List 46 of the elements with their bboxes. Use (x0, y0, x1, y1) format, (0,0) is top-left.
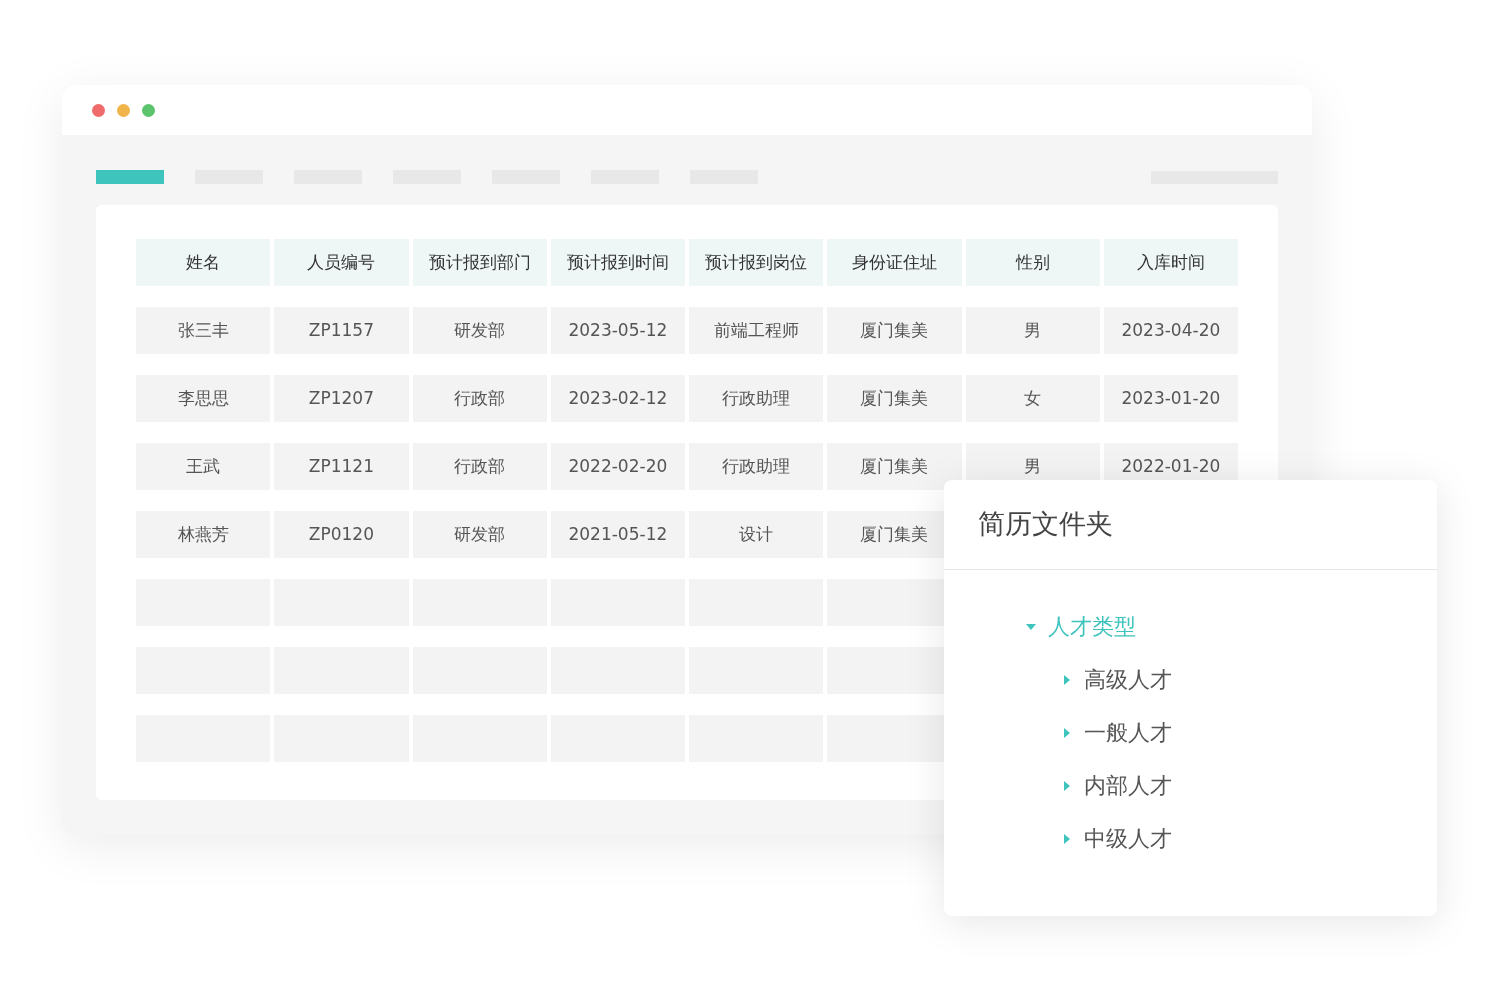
table-cell: 王武 (136, 443, 271, 490)
table-cell: 厦门集美 (827, 443, 962, 490)
table-cell: ZP1121 (274, 443, 409, 490)
table-cell: 行政部 (412, 375, 547, 422)
panel-title: 简历文件夹 (944, 480, 1437, 570)
column-header: 预计报到岗位 (689, 239, 824, 286)
table-cell: 张三丰 (136, 307, 271, 354)
column-header: 预计报到部门 (412, 239, 547, 286)
table-cell: ZP0120 (274, 511, 409, 558)
caret-icon (1062, 833, 1072, 844)
caret-icon (1062, 780, 1072, 791)
tree-item[interactable]: 内部人才 (1062, 759, 1437, 812)
column-header: 性别 (965, 239, 1100, 286)
caret-icon (1026, 621, 1036, 632)
table-cell: 研发部 (412, 307, 547, 354)
table-cell: 李思思 (136, 375, 271, 422)
column-header: 预计报到时间 (550, 239, 685, 286)
table-cell: 设计 (689, 511, 824, 558)
table-cell: 林燕芳 (136, 511, 271, 558)
tree-item[interactable]: 高级人才 (1062, 653, 1437, 706)
column-header: 入库时间 (1103, 239, 1238, 286)
table-cell: 2023-02-12 (550, 375, 685, 422)
column-header: 身份证住址 (827, 239, 962, 286)
table-cell: 前端工程师 (689, 307, 824, 354)
column-header: 人员编号 (274, 239, 409, 286)
table-cell: 行政助理 (689, 375, 824, 422)
table-cell: 2023-04-20 (1103, 307, 1238, 354)
table-cell: 研发部 (412, 511, 547, 558)
tree-item[interactable]: 一般人才 (1062, 706, 1437, 759)
tree-item[interactable]: 中级人才 (1062, 812, 1437, 865)
table-cell: 厦门集美 (827, 375, 962, 422)
table-cell: 2022-02-20 (550, 443, 685, 490)
table-cell: 行政部 (412, 443, 547, 490)
tab-placeholder[interactable] (96, 170, 164, 184)
table-cell: 2023-05-12 (550, 307, 685, 354)
column-header: 姓名 (136, 239, 271, 286)
caret-icon (1062, 674, 1072, 685)
table-cell: ZP1157 (274, 307, 409, 354)
table-cell: 男 (965, 307, 1100, 354)
caret-icon (1062, 727, 1072, 738)
table-cell: 2023-01-20 (1103, 375, 1238, 422)
table-cell: 女 (965, 375, 1100, 422)
table-cell: 2021-05-12 (550, 511, 685, 558)
table-cell: 行政助理 (689, 443, 824, 490)
table-cell: ZP1207 (274, 375, 409, 422)
table-cell: 厦门集美 (827, 307, 962, 354)
